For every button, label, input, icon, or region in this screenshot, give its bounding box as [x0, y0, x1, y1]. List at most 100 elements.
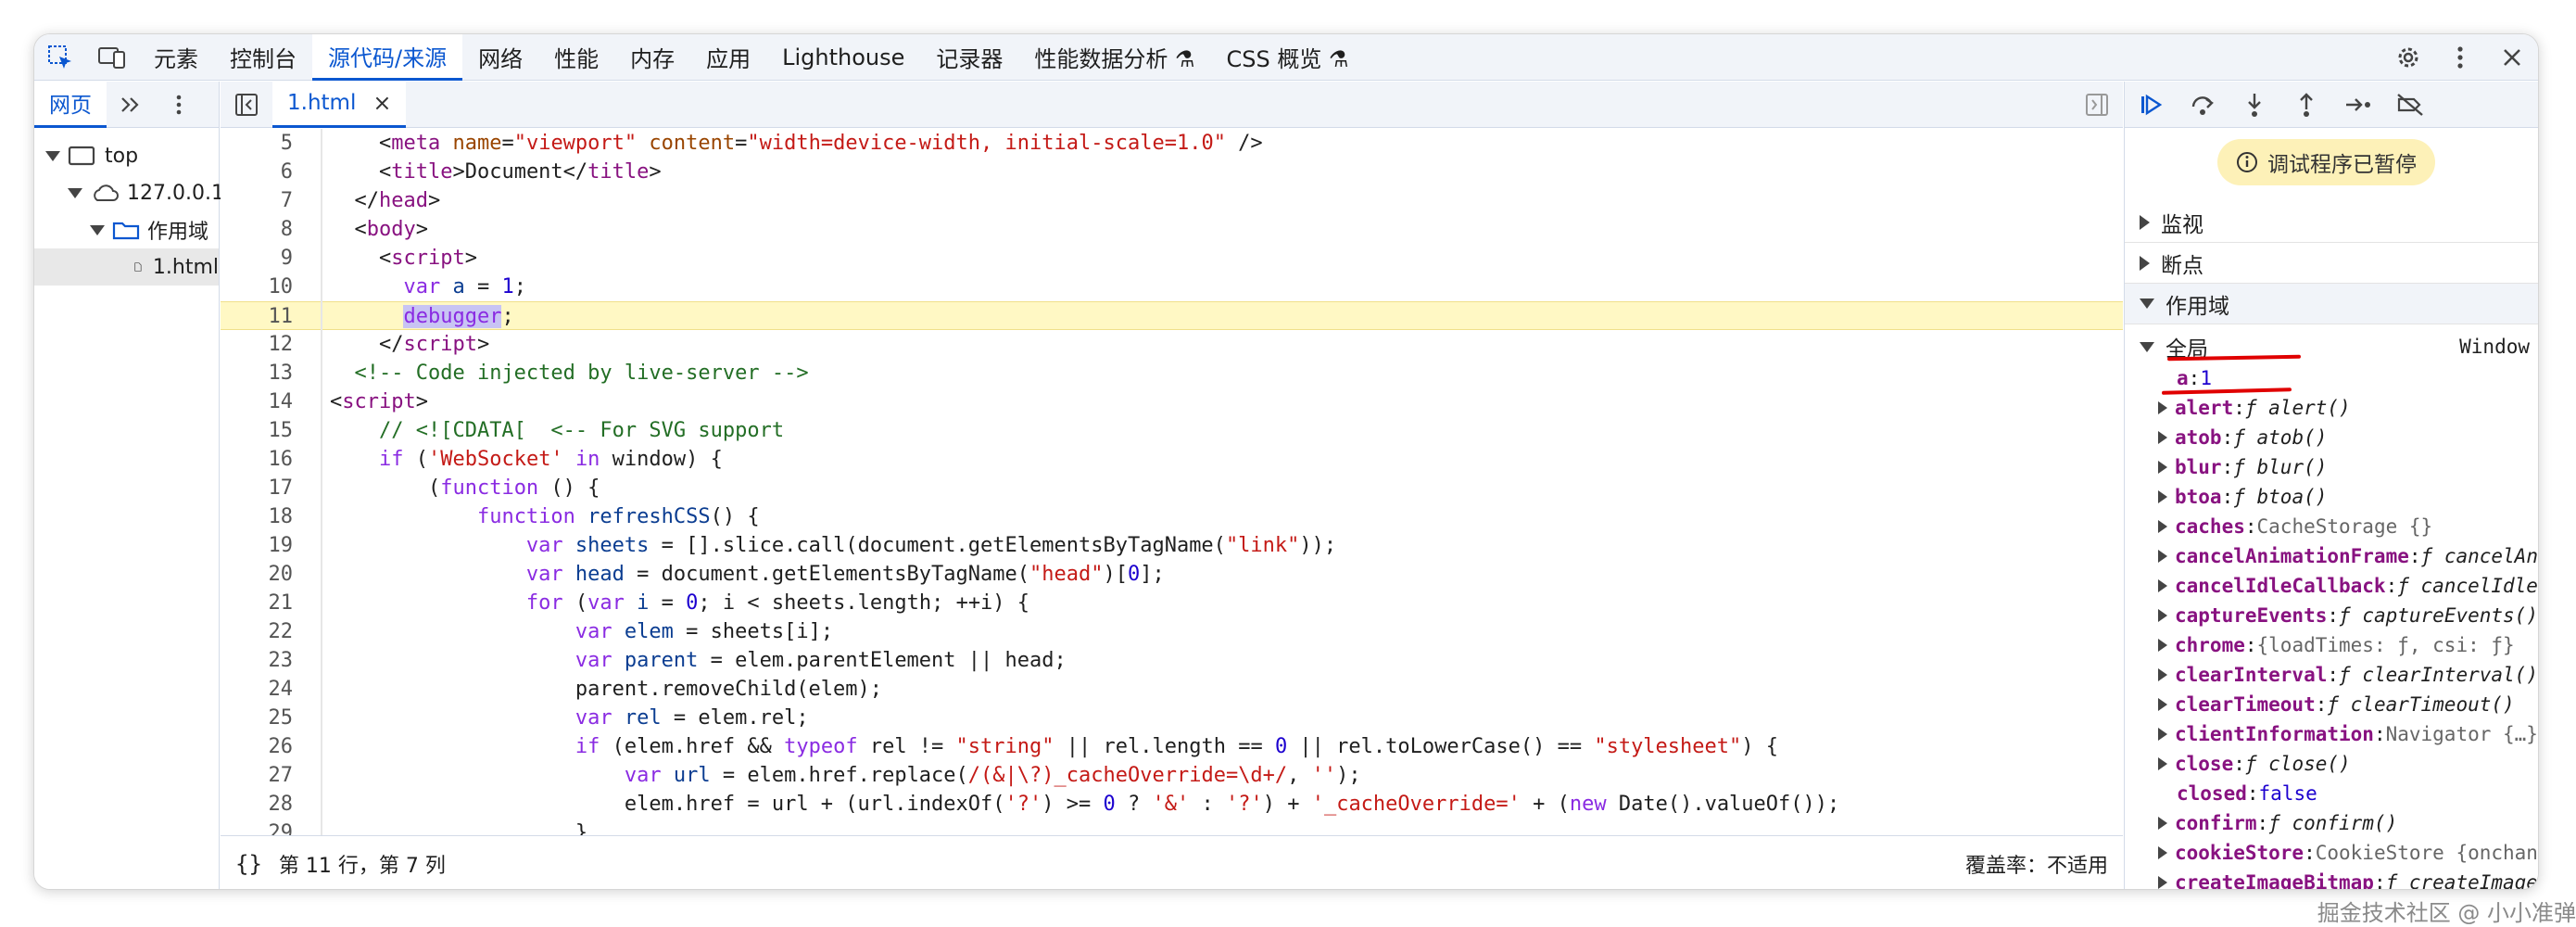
var-value: 1: [2200, 367, 2212, 389]
scope-var-captureEvents[interactable]: captureEvents: ƒ captureEvents(): [2125, 601, 2538, 630]
code-line: 25 var rel = elem.rel;: [268, 706, 809, 730]
step-into-icon[interactable]: [2229, 82, 2280, 128]
expand-arrow-icon[interactable]: [2158, 757, 2167, 770]
var-value: ƒ cancelIdleCallback(): [2397, 575, 2538, 597]
deactivate-breakpoints-icon[interactable]: [2384, 82, 2436, 128]
code-line: 18 function refreshCSS() {: [268, 505, 760, 528]
tree-item-host[interactable]: 127.0.0.1: [68, 174, 224, 211]
section-scope[interactable]: 作用域: [2125, 284, 2538, 324]
tree-item-folder[interactable]: 作用域: [90, 211, 208, 248]
expand-arrow-icon[interactable]: [2158, 639, 2167, 652]
tab-console[interactable]: 控制台: [214, 34, 312, 81]
scope-var-cancelAnimationFrame[interactable]: cancelAnimationFrame: ƒ cancelAnimationF…: [2125, 541, 2538, 571]
scope-var-createImageBitmap[interactable]: createImageBitmap: ƒ createImageBitmap(): [2125, 868, 2538, 889]
expand-arrow-icon[interactable]: [2158, 401, 2167, 414]
var-value: ƒ clearTimeout(): [2327, 693, 2515, 716]
expand-arrow-icon[interactable]: [2158, 431, 2167, 444]
var-key: cancelIdleCallback: [2175, 575, 2386, 597]
scope-var-btoa[interactable]: btoa: ƒ btoa(): [2125, 482, 2538, 512]
toggle-navigator-icon[interactable]: [221, 82, 272, 128]
var-value: CacheStorage {}: [2256, 515, 2433, 538]
inspect-element-icon[interactable]: [34, 34, 86, 81]
tab-elements[interactable]: 元素: [138, 34, 214, 81]
code-line: 5 <meta name="viewport" content="width=d…: [280, 132, 1263, 155]
var-key: btoa: [2175, 486, 2222, 508]
var-colon: :: [2373, 723, 2386, 745]
code-line: 14 <script>: [268, 390, 428, 413]
var-key: clientInformation: [2175, 723, 2374, 745]
scope-global[interactable]: 全局 Window: [2125, 326, 2538, 367]
expand-arrow-icon[interactable]: [2158, 668, 2167, 681]
tab-recorder[interactable]: 记录器: [920, 34, 1018, 81]
expand-arrow-icon[interactable]: [2158, 728, 2167, 741]
paused-label: 调试程序已暂停: [2267, 153, 2417, 177]
tree-item-top[interactable]: top: [45, 137, 138, 174]
expand-arrow-icon[interactable]: [2158, 817, 2167, 830]
gear-icon[interactable]: [2382, 34, 2434, 81]
file-tab[interactable]: 1.html ×: [272, 81, 407, 128]
scope-var-confirm[interactable]: confirm: ƒ confirm(): [2125, 808, 2538, 838]
device-toolbar-icon[interactable]: [86, 34, 138, 81]
tab-performance-insights[interactable]: 性能数据分析 ⚗: [1018, 34, 1210, 81]
tab-application[interactable]: 应用: [690, 34, 766, 81]
scope-var-caches[interactable]: caches: CacheStorage {}: [2125, 512, 2538, 541]
more-vert-icon[interactable]: [2434, 34, 2486, 81]
scope-var-chrome[interactable]: chrome: {loadTimes: ƒ, csi: ƒ}: [2125, 630, 2538, 660]
var-value: ƒ btoa(): [2233, 486, 2328, 508]
expand-arrow-icon[interactable]: [2158, 461, 2167, 474]
expand-arrow-icon[interactable]: [2158, 579, 2167, 592]
tab-page[interactable]: 网页: [34, 81, 107, 128]
scope-var-a: a: 1: [2125, 363, 2538, 393]
tab-performance[interactable]: 性能: [538, 34, 614, 81]
scope-var-close[interactable]: close: ƒ close(): [2125, 749, 2538, 779]
tab-css-overview[interactable]: CSS 概览 ⚗: [1211, 34, 1365, 81]
toggle-debugger-icon[interactable]: [2071, 82, 2123, 128]
expand-arrow-icon[interactable]: [2158, 520, 2167, 533]
info-icon: [2237, 152, 2257, 172]
code-line: 10 var a = 1;: [268, 275, 526, 298]
close-tab-icon[interactable]: ×: [373, 90, 391, 116]
editor-statusbar: {} 第 11 行，第 7 列 覆盖率：不适用: [221, 835, 2123, 889]
scope-var-cancelIdleCallback[interactable]: cancelIdleCallback: ƒ cancelIdleCallback…: [2125, 571, 2538, 601]
close-icon[interactable]: [2486, 34, 2538, 81]
section-breakpoints[interactable]: 断点: [2125, 243, 2538, 284]
var-key: blur: [2175, 456, 2222, 478]
var-colon: :: [2244, 515, 2257, 538]
tab-sources[interactable]: 源代码/来源: [312, 34, 463, 81]
expand-arrow-icon[interactable]: [2158, 876, 2167, 889]
expand-arrow-icon[interactable]: [2158, 609, 2167, 622]
resume-icon[interactable]: [2125, 82, 2177, 128]
step-icon[interactable]: [2332, 82, 2384, 128]
expand-arrow-icon[interactable]: [2158, 698, 2167, 711]
scope-var-clearTimeout[interactable]: clearTimeout: ƒ clearTimeout(): [2125, 690, 2538, 719]
code-area[interactable]: 5 <meta name="viewport" content="width=d…: [221, 129, 2123, 835]
more-vert-icon[interactable]: [155, 82, 203, 128]
tab-memory[interactable]: 内存: [614, 34, 690, 81]
code-line: 12 </script>: [268, 333, 490, 356]
scope-var-blur[interactable]: blur: ƒ blur(): [2125, 452, 2538, 482]
scope-var-cookieStore[interactable]: cookieStore: CookieStore {onchange: null…: [2125, 838, 2538, 868]
tab-network[interactable]: 网络: [462, 34, 538, 81]
section-watch[interactable]: 监视: [2125, 202, 2538, 243]
indent-guide: [321, 129, 322, 835]
chevron-double-right-icon[interactable]: [107, 82, 155, 128]
scope-var-clientInformation[interactable]: clientInformation: Navigator {…}: [2125, 719, 2538, 749]
expand-arrow-icon[interactable]: [2158, 490, 2167, 503]
scope-var-clearInterval[interactable]: clearInterval: ƒ clearInterval(): [2125, 660, 2538, 690]
pretty-print-icon[interactable]: {}: [235, 851, 262, 877]
tab-lighthouse[interactable]: Lighthouse: [766, 34, 920, 81]
tree-item-file[interactable]: 1.html: [34, 248, 219, 286]
scope-var-alert[interactable]: alert: ƒ alert(): [2125, 393, 2538, 423]
expand-arrow-icon[interactable]: [2158, 846, 2167, 859]
var-key: chrome: [2175, 634, 2245, 656]
var-key: confirm: [2175, 812, 2257, 834]
code-line: 17 (function () {: [268, 476, 600, 500]
step-over-icon[interactable]: [2177, 82, 2229, 128]
code-line: 15 // <![CDATA[ <-- For SVG support: [268, 419, 785, 442]
step-out-icon[interactable]: [2280, 82, 2332, 128]
code-line: 19 var sheets = [].slice.call(document.g…: [268, 534, 1337, 557]
code-editor: 1.html × 5 <meta name="viewport" content…: [221, 81, 2123, 889]
scope-var-atob[interactable]: atob: ƒ atob(): [2125, 423, 2538, 452]
expand-arrow-icon[interactable]: [2158, 550, 2167, 563]
cursor-position: 第 11 行，第 7 列: [278, 854, 446, 878]
